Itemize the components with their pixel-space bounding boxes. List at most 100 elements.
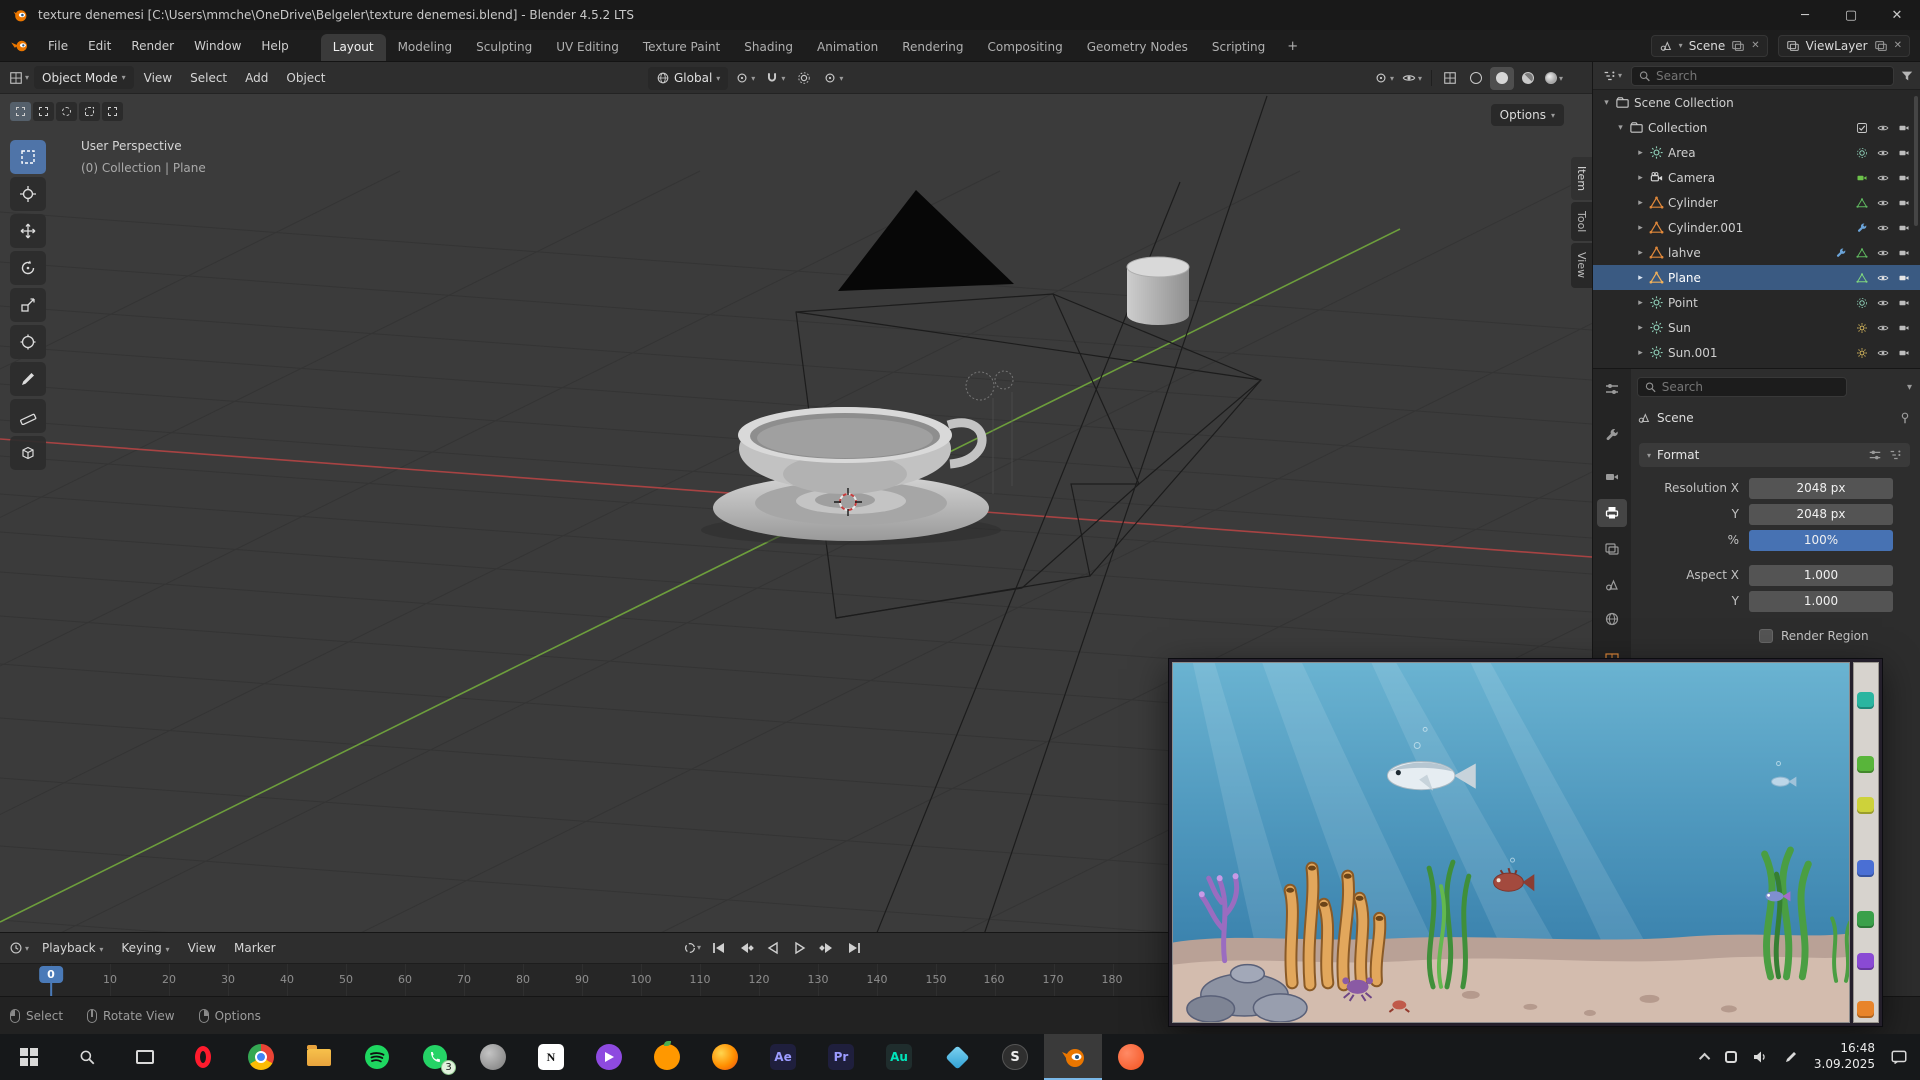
properties-tab-output[interactable] bbox=[1597, 499, 1627, 527]
format-panel-header[interactable]: ▾ Format bbox=[1639, 443, 1910, 467]
tool-cursor[interactable] bbox=[10, 177, 46, 211]
eye-icon[interactable] bbox=[1877, 347, 1889, 359]
outliner-editor-type-button[interactable]: ▾ bbox=[1599, 64, 1625, 87]
timeline-menu-view[interactable]: View bbox=[180, 941, 224, 955]
properties-search-input[interactable] bbox=[1662, 380, 1840, 394]
outliner-row-scene-collection[interactable]: ▾ Scene Collection bbox=[1593, 90, 1920, 115]
taskbar-app-after-effects[interactable]: Ae bbox=[754, 1034, 812, 1080]
disclosure-icon[interactable]: ▸ bbox=[1633, 198, 1648, 208]
menu-help[interactable]: Help bbox=[251, 30, 298, 61]
aspect-x-field[interactable]: 1.000 bbox=[1749, 565, 1893, 586]
tool-select-box[interactable] bbox=[10, 140, 46, 174]
outliner-row-cylinder[interactable]: ▸ Cylinder bbox=[1593, 190, 1920, 215]
taskbar-app-spotify[interactable] bbox=[348, 1034, 406, 1080]
select-circle-button[interactable] bbox=[56, 102, 77, 121]
resolution-x-field[interactable]: 2048 px bbox=[1749, 478, 1893, 499]
tool-add-cube[interactable] bbox=[10, 436, 46, 470]
workspace-tab-shading[interactable]: Shading bbox=[732, 34, 805, 61]
timeline-menu-marker[interactable]: Marker bbox=[226, 941, 283, 955]
tray-expand-icon[interactable] bbox=[1699, 1053, 1710, 1064]
taskbar-app-s[interactable]: S bbox=[986, 1034, 1044, 1080]
tool-rotate[interactable] bbox=[10, 251, 46, 285]
properties-tab-world[interactable] bbox=[1597, 605, 1627, 633]
workspace-tab-texture-paint[interactable]: Texture Paint bbox=[631, 34, 732, 61]
outliner-row-cylinder-001[interactable]: ▸ Cylinder.001 bbox=[1593, 215, 1920, 240]
taskbar-app-gray[interactable] bbox=[464, 1034, 522, 1080]
render-camera-icon[interactable] bbox=[1898, 197, 1910, 209]
outliner-row-point[interactable]: ▸ Point bbox=[1593, 290, 1920, 315]
jump-to-start-button[interactable] bbox=[707, 936, 731, 959]
workspace-tab-rendering[interactable]: Rendering bbox=[890, 34, 975, 61]
disclosure-icon[interactable]: ▸ bbox=[1633, 298, 1648, 308]
taskbar-app-diamond[interactable] bbox=[928, 1034, 986, 1080]
sidebar-tab-tool[interactable]: Tool bbox=[1571, 202, 1592, 241]
taskbar-app-whatsapp[interactable]: 3 bbox=[406, 1034, 464, 1080]
sidebar-tab-view[interactable]: View bbox=[1571, 243, 1592, 287]
jump-next-keyframe-button[interactable] bbox=[815, 936, 839, 959]
tool-transform[interactable] bbox=[10, 325, 46, 359]
viewport-menu-select[interactable]: Select bbox=[182, 71, 235, 85]
remove-viewlayer-icon[interactable]: ✕ bbox=[1894, 40, 1902, 51]
viewport-menu-add[interactable]: Add bbox=[237, 71, 276, 85]
shading-material-button[interactable] bbox=[1516, 67, 1540, 90]
panel-menu-icon[interactable] bbox=[1888, 448, 1902, 462]
pen-icon[interactable] bbox=[1783, 1049, 1799, 1065]
tool-scale[interactable] bbox=[10, 288, 46, 322]
outliner-scrollbar[interactable] bbox=[1914, 96, 1918, 226]
taskbar-app-premiere[interactable]: Pr bbox=[812, 1034, 870, 1080]
properties-tab-view-layer[interactable] bbox=[1597, 535, 1627, 563]
menu-file[interactable]: File bbox=[38, 30, 78, 61]
tool-measure[interactable] bbox=[10, 399, 46, 433]
overlay-tool-icon-3[interactable] bbox=[1857, 797, 1874, 814]
taskbar-app-audition[interactable]: Au bbox=[870, 1034, 928, 1080]
taskbar-app-folder[interactable] bbox=[290, 1034, 348, 1080]
disclosure-icon[interactable]: ▸ bbox=[1633, 248, 1648, 258]
render-camera-icon[interactable] bbox=[1898, 222, 1910, 234]
eye-icon[interactable] bbox=[1877, 147, 1889, 159]
outliner-row-collection[interactable]: ▾ Collection bbox=[1593, 115, 1920, 140]
sidebar-tab-item[interactable]: Item bbox=[1571, 157, 1592, 200]
overlay-tool-icon-4[interactable] bbox=[1857, 860, 1874, 877]
workspace-tab-sculpting[interactable]: Sculpting bbox=[464, 34, 544, 61]
speaker-icon[interactable] bbox=[1752, 1049, 1768, 1065]
menu-edit[interactable]: Edit bbox=[78, 30, 121, 61]
eye-icon[interactable] bbox=[1877, 322, 1889, 334]
eye-icon[interactable] bbox=[1877, 222, 1889, 234]
pin-icon[interactable] bbox=[1898, 411, 1912, 425]
close-button[interactable]: ✕ bbox=[1874, 0, 1920, 30]
render-camera-icon[interactable] bbox=[1898, 147, 1910, 159]
scene-selector[interactable]: ▾ Scene ✕ bbox=[1651, 35, 1768, 57]
menu-render[interactable]: Render bbox=[121, 30, 184, 61]
workspace-tab-geometry-nodes[interactable]: Geometry Nodes bbox=[1075, 34, 1200, 61]
overlay-tool-icon-5[interactable] bbox=[1857, 911, 1874, 928]
render-region-checkbox[interactable] bbox=[1759, 629, 1773, 643]
outliner-search[interactable] bbox=[1631, 66, 1894, 86]
menu-window[interactable]: Window bbox=[184, 30, 251, 61]
workspace-tab-scripting[interactable]: Scripting bbox=[1200, 34, 1277, 61]
properties-tab-scene[interactable] bbox=[1597, 571, 1627, 599]
maximize-button[interactable]: ▢ bbox=[1828, 0, 1874, 30]
taskbar-app-chrome[interactable] bbox=[232, 1034, 290, 1080]
notification-center-icon[interactable] bbox=[1890, 1048, 1908, 1066]
blender-logo-icon[interactable] bbox=[10, 39, 30, 53]
presets-icon[interactable] bbox=[1868, 448, 1882, 462]
select-box-button[interactable] bbox=[33, 102, 54, 121]
cylinder-object[interactable] bbox=[1127, 257, 1189, 325]
properties-editor-type-button[interactable] bbox=[1597, 375, 1627, 403]
add-workspace-button[interactable]: + bbox=[1277, 33, 1308, 61]
eye-icon[interactable] bbox=[1877, 297, 1889, 309]
aspect-y-field[interactable]: 1.000 bbox=[1749, 591, 1893, 612]
viewlayer-selector[interactable]: ViewLayer ✕ bbox=[1778, 35, 1910, 57]
playhead[interactable]: 0 bbox=[39, 966, 63, 983]
resolution-percent-slider[interactable]: 100% bbox=[1749, 530, 1893, 551]
resolution-y-field[interactable]: 2048 px bbox=[1749, 504, 1893, 525]
shading-rendered-button[interactable]: ▾ bbox=[1542, 67, 1566, 90]
outliner-row-camera[interactable]: ▸ Camera bbox=[1593, 165, 1920, 190]
overlay-tool-icon-7[interactable] bbox=[1857, 1001, 1874, 1018]
eye-icon[interactable] bbox=[1877, 272, 1889, 284]
workspace-tab-animation[interactable]: Animation bbox=[805, 34, 890, 61]
tray-generic-icon[interactable] bbox=[1725, 1051, 1737, 1063]
taskbar-app-blender[interactable] bbox=[1044, 1034, 1102, 1080]
shading-wireframe-button[interactable] bbox=[1464, 67, 1488, 90]
render-camera-icon[interactable] bbox=[1898, 347, 1910, 359]
